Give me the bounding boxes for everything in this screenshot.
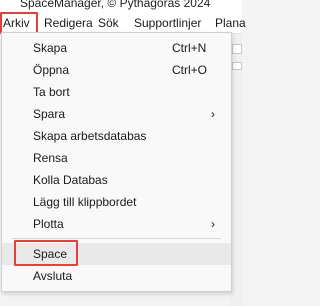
menu-item-spara[interactable]: Spara › [2, 103, 231, 125]
menu-item-ta-bort[interactable]: Ta bort [2, 81, 231, 103]
menu-item-label: Spara [33, 107, 66, 121]
menu-supportlinjer[interactable]: Supportlinjer [134, 14, 201, 32]
space-highlight-box [14, 240, 78, 266]
menu-item-label: Plotta [33, 217, 64, 231]
menu-item-rensa[interactable]: Rensa [2, 147, 231, 169]
menu-item-shortcut: Ctrl+N [172, 41, 207, 55]
chevron-right-icon: › [211, 217, 215, 231]
menu-item-kolla-databas[interactable]: Kolla Databas [2, 169, 231, 191]
menu-redigera[interactable]: Redigera [44, 14, 93, 32]
window-title: SpaceManager, © Pythagoras 2024 [20, 0, 211, 10]
menu-item-label: Ta bort [33, 85, 70, 99]
menu-sok[interactable]: Sök [98, 14, 119, 32]
toolbar-button[interactable] [232, 44, 242, 54]
chevron-right-icon: › [211, 107, 215, 121]
menu-item-avsluta[interactable]: Avsluta [2, 265, 231, 287]
menu-item-skapa[interactable]: Skapa Ctrl+N [2, 37, 231, 59]
menu-item-label: Skapa [33, 41, 68, 55]
menu-item-skapa-arbetsdatabas[interactable]: Skapa arbetsdatabas [2, 125, 231, 147]
menu-item-shortcut: Ctrl+O [172, 63, 208, 77]
arkiv-highlight-box [0, 12, 38, 34]
menu-separator [12, 238, 221, 239]
toolbar-button[interactable] [232, 62, 242, 70]
menu-item-label: Rensa [33, 151, 68, 165]
menu-item-label: Öppna [33, 63, 70, 77]
menu-item-label: Lägg till klippbordet [33, 195, 137, 209]
menu-item-label: Avsluta [33, 269, 73, 283]
menu-item-label: Kolla Databas [33, 173, 108, 187]
menu-item-lagg-till-klippbordet[interactable]: Lägg till klippbordet [2, 191, 231, 213]
menu-item-plotta[interactable]: Plotta › [2, 213, 231, 235]
menu-item-label: Skapa arbetsdatabas [33, 129, 147, 143]
menu-plana[interactable]: Plana [215, 14, 246, 32]
menu-item-oppna[interactable]: Öppna Ctrl+O [2, 59, 231, 81]
